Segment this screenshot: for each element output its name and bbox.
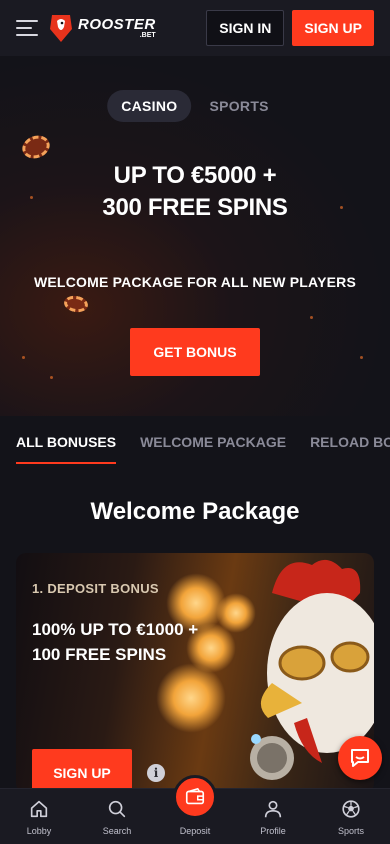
sign-up-button[interactable]: SIGN UP [292,10,374,46]
menu-icon[interactable] [16,20,38,36]
nav-lobby-label: Lobby [26,826,52,836]
tab-casino[interactable]: CASINO [107,90,192,122]
casino-chip-decoration [19,131,53,163]
card-title-line1: 100% UP TO €1000 + [32,620,199,639]
sign-in-button[interactable]: SIGN IN [206,10,285,46]
nav-lobby[interactable]: Lobby [0,789,78,844]
hero-subtitle: WELCOME PACKAGE FOR ALL NEW PLAYERS [33,274,356,290]
stage-light-decoration [156,663,226,733]
nav-search[interactable]: Search [78,789,156,844]
casino-chip-decoration [62,294,90,314]
search-icon [108,800,126,818]
nav-deposit-label: Deposit [179,826,211,836]
spark-decoration [22,356,25,359]
wallet-icon [185,787,205,805]
nav-deposit[interactable]: Deposit [156,775,234,844]
deposit-button[interactable] [173,775,217,819]
hero-title-line1: UP TO €5000 + [113,162,277,189]
bonus-card[interactable]: 1. DEPOSIT BONUS 100% UP TO €1000 + 100 … [16,553,374,793]
bottom-navigation: Lobby Search Deposit Profile Sports [0,775,390,844]
tab-all-bonuses[interactable]: ALL BONUSES [16,430,117,464]
top-header: ROOSTER .BET SIGN IN SIGN UP [0,0,390,56]
user-icon [264,800,282,818]
home-icon [30,800,48,818]
spark-decoration [360,356,363,359]
hero-title-line2: 300 FREE SPINS [102,194,288,221]
card-title: 100% UP TO €1000 + 100 FREE SPINS [32,617,198,667]
nav-search-label: Search [102,826,132,836]
chat-icon [351,749,369,767]
spark-decoration [50,376,53,379]
get-bonus-button[interactable]: GET BONUS [130,328,260,376]
card-sign-up-button[interactable]: SIGN UP [32,749,132,793]
bonus-tabs: ALL BONUSES WELCOME PACKAGE RELOAD BONUS [16,430,390,466]
logo-domain: .BET [139,32,156,39]
logo-wordmark: ROOSTER [78,16,156,33]
section-title: Welcome Package [90,498,300,525]
card-title-line2: 100 FREE SPINS [32,645,167,664]
tab-reload-bonus[interactable]: RELOAD BONUS [310,430,390,464]
soccer-ball-icon [342,800,360,818]
card-step-label: 1. DEPOSIT BONUS [32,581,159,596]
tab-sports[interactable]: SPORTS [195,90,282,122]
nav-profile-label: Profile [260,826,286,836]
nav-sports[interactable]: Sports [312,789,390,844]
spark-decoration [310,316,313,319]
rooster-logo-icon [50,15,72,42]
info-icon[interactable]: i [147,764,165,782]
tab-welcome-package[interactable]: WELCOME PACKAGE [140,430,286,464]
nav-sports-label: Sports [337,826,364,836]
live-chat-button[interactable] [338,736,382,780]
hero-title: UP TO €5000 + 300 FREE SPINS [0,160,390,224]
hero-banner: CASINO SPORTS UP TO €5000 + 300 FREE SPI… [0,56,390,416]
brand-logo[interactable]: ROOSTER .BET [48,13,156,43]
nav-profile[interactable]: Profile [234,789,312,844]
product-switch: CASINO SPORTS [107,90,283,122]
